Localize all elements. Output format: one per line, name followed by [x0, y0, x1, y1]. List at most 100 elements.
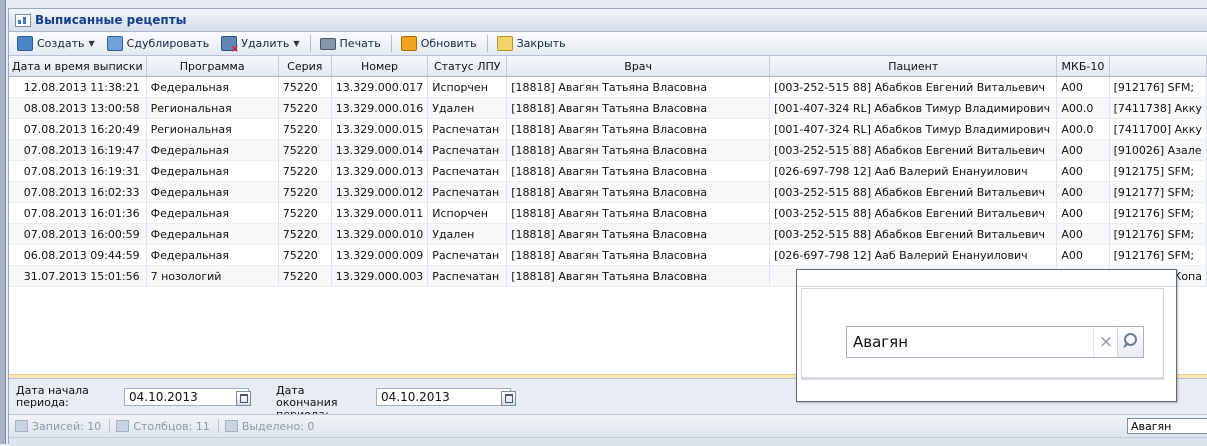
table-row[interactable]: 07.08.2013 16:19:31 Федеральная 75220 13.32…: [9, 160, 1207, 182]
cell-date: 07.08.2013 16:00:59: [9, 223, 147, 245]
cell-drug: [912176] SFM;: [1109, 202, 1207, 224]
cell-drug: [912176] SFM;: [1109, 223, 1207, 245]
printer-icon: [319, 37, 336, 50]
col-header-program[interactable]: Программа: [146, 56, 279, 77]
cell-program: Федеральная: [146, 76, 279, 98]
cell-status: Распечатан: [427, 244, 508, 266]
table-row[interactable]: 07.08.2013 16:00:59 Федеральная 75220 13.32…: [9, 223, 1207, 245]
report-icon: [15, 14, 31, 27]
cell-icd10: A00: [1056, 202, 1110, 224]
cell-series: 75220: [278, 160, 332, 182]
table-row[interactable]: 08.08.2013 13:00:58 Региональная 75220 13.3…: [9, 97, 1207, 119]
toolbar-separator: [309, 35, 311, 52]
col-header-date[interactable]: Дата и время выписки: [9, 56, 147, 77]
cell-date: 07.08.2013 16:01:36: [9, 202, 147, 224]
col-header-series[interactable]: Серия: [278, 56, 332, 77]
cell-icd10: A00: [1056, 181, 1110, 203]
col-header-patient[interactable]: Пациент: [769, 56, 1058, 77]
refresh-icon: [400, 36, 417, 51]
cell-program: 7 нозологий: [146, 265, 279, 287]
cell-status: Удален: [427, 223, 508, 245]
clear-icon[interactable]: ×: [1093, 327, 1118, 357]
print-button[interactable]: Печать: [316, 34, 385, 53]
cell-number: 13.329.000.015: [331, 118, 429, 140]
cell-series: 75220: [278, 76, 332, 98]
popup-header: [797, 270, 1176, 287]
left-border: [0, 0, 6, 444]
cell-program: Федеральная: [146, 202, 279, 224]
records-count: Записей: 10: [15, 420, 101, 433]
col-header-doctor[interactable]: Врач: [506, 56, 771, 77]
close-label: Закрыть: [516, 37, 566, 50]
toolbar-separator: [486, 35, 488, 52]
cell-number: 13.329.000.003: [331, 265, 429, 287]
dropdown-arrow-icon: ▼: [88, 39, 95, 48]
calendar-icon[interactable]: [501, 391, 516, 406]
cell-icd10: A00: [1056, 160, 1110, 182]
col-header-icd10[interactable]: МКБ-10: [1056, 56, 1110, 77]
cell-status: Распечатан: [427, 181, 508, 203]
status-search-input[interactable]: [1127, 418, 1207, 434]
cell-series: 75220: [278, 202, 332, 224]
cell-patient: [001-407-324 RL] Абабков Тимур Владимиро…: [769, 97, 1058, 119]
create-icon: [17, 36, 33, 51]
start-date-input[interactable]: [124, 388, 249, 406]
table-row[interactable]: 07.08.2013 16:19:47 Федеральная 75220 13.32…: [9, 139, 1207, 161]
duplicate-button[interactable]: Сдублировать: [103, 34, 214, 53]
table-row[interactable]: 07.08.2013 16:01:36 Федеральная 75220 13.32…: [9, 202, 1207, 224]
cell-icd10: A00: [1056, 223, 1110, 245]
cell-patient: [026-697-798 12] Ааб Валерий Енануилович: [769, 160, 1058, 182]
end-date-input[interactable]: [376, 388, 511, 406]
grid-icon: [224, 420, 238, 432]
calendar-icon[interactable]: [236, 391, 251, 406]
search-icon[interactable]: [1117, 327, 1143, 357]
grid-icon: [15, 420, 28, 432]
cell-program: Федеральная: [146, 160, 279, 182]
cell-doctor: [18818] Авагян Татьяна Власовна: [506, 181, 771, 203]
cell-number: 13.329.000.011: [331, 202, 429, 224]
close-button[interactable]: Закрыть: [493, 34, 570, 53]
cell-status: Распечатан: [427, 118, 508, 140]
table-row[interactable]: 07.08.2013 16:02:33 Федеральная 75220 13.32…: [9, 181, 1207, 203]
cell-status: Распечатан: [427, 265, 508, 287]
table-row[interactable]: 12.08.2013 11:38:21 Федеральная 75220 13.32…: [9, 76, 1207, 98]
cell-series: 75220: [278, 244, 332, 266]
cell-patient: [003-252-515 88] Абабков Евгений Виталье…: [769, 223, 1058, 245]
cell-date: 08.08.2013 13:00:58: [9, 97, 147, 119]
cell-icd10: A00: [1056, 244, 1110, 266]
close-folder-icon: [496, 36, 513, 51]
cell-program: Федеральная: [146, 223, 279, 245]
cell-status: Испорчен: [427, 202, 508, 224]
popup-search-input[interactable]: [847, 327, 1109, 357]
cell-number: 13.329.000.016: [331, 97, 429, 119]
cell-date: 07.08.2013 16:19:47: [9, 139, 147, 161]
cell-drug: [912176] SFM;: [1109, 244, 1207, 266]
cell-doctor: [18818] Авагян Татьяна Власовна: [506, 139, 771, 161]
col-header-drug[interactable]: [1109, 56, 1207, 77]
cell-date: 07.08.2013 16:02:33: [9, 181, 147, 203]
grid-icon: [116, 420, 130, 432]
cell-number: 13.329.000.014: [331, 139, 429, 161]
cell-program: Федеральная: [146, 244, 279, 266]
cell-icd10: A00: [1056, 139, 1110, 161]
cell-status: Распечатан: [427, 139, 508, 161]
table-row[interactable]: 07.08.2013 16:20:49 Региональная 75220 13.3…: [9, 118, 1207, 140]
delete-button[interactable]: Удалить ▼: [217, 34, 303, 55]
cell-number: 13.329.000.013: [331, 160, 429, 182]
window-titlebar: Выписанные рецепты: [9, 9, 1207, 32]
create-button[interactable]: Создать ▼: [13, 34, 99, 53]
cell-drug: [7411700] Акку: [1109, 118, 1207, 140]
cell-status: Распечатан: [427, 160, 508, 182]
cell-date: 12.08.2013 11:38:21: [9, 76, 147, 98]
refresh-label: Обновить: [420, 37, 477, 50]
col-header-number[interactable]: Номер: [331, 56, 429, 77]
cell-status: Удален: [427, 97, 508, 119]
records-count-text: Записей: 10: [32, 419, 102, 433]
col-header-status[interactable]: Статус ЛПУ: [427, 56, 508, 77]
toolbar-separator: [390, 35, 392, 52]
search-popup: ×: [796, 269, 1177, 402]
cell-doctor: [18818] Авагян Татьяна Власовна: [506, 97, 771, 119]
table-row[interactable]: 06.08.2013 09:44:59 Федеральная 75220 13.32…: [9, 244, 1207, 266]
start-date-label: Дата начала периода:: [16, 384, 89, 409]
refresh-button[interactable]: Обновить: [397, 34, 481, 53]
